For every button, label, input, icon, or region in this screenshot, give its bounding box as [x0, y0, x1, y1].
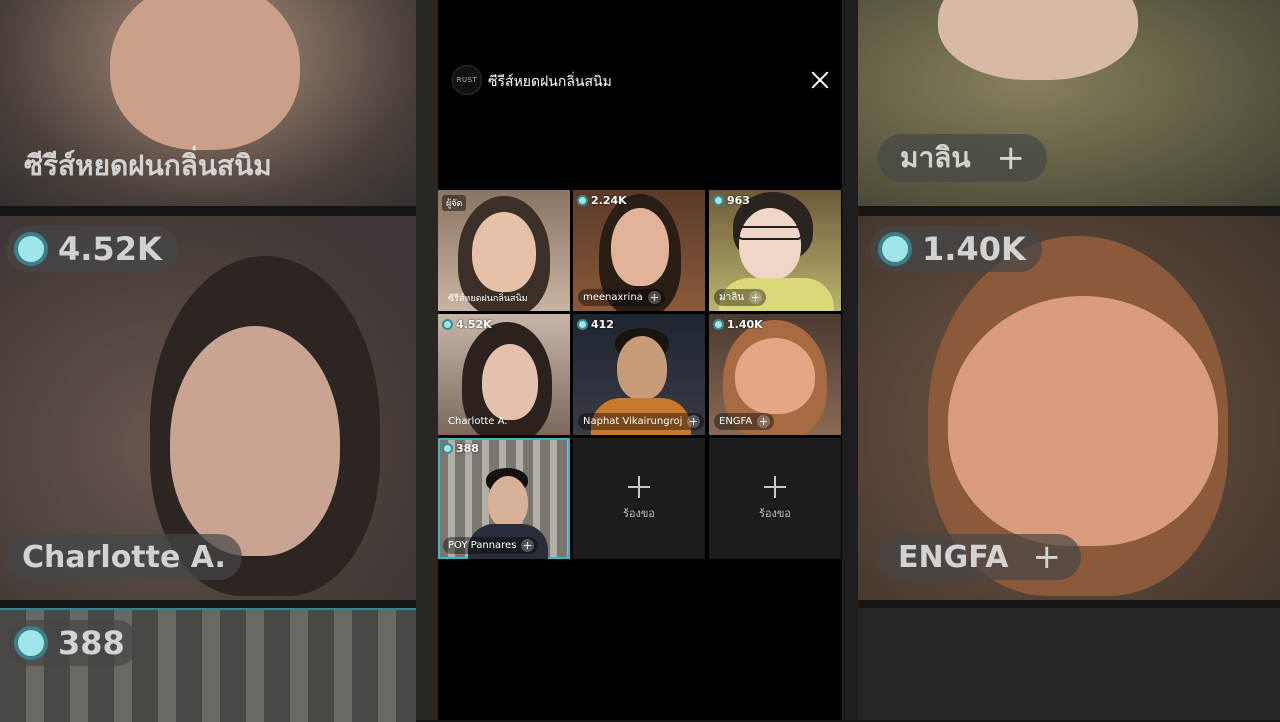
host-avatar[interactable]: RUST	[452, 65, 482, 95]
coin-icon	[442, 443, 453, 454]
bg-host-name: ซีรีส์หยดฝนกลิ่นสนิม	[24, 149, 272, 182]
face-shape	[110, 0, 300, 150]
request-label: ร้องขอ	[622, 506, 655, 520]
plus-icon	[628, 475, 650, 498]
background-tile-poy: 388	[0, 608, 416, 722]
bg-count-pill: 388	[6, 620, 139, 666]
background-tile-host: ซีรีส์หยดฝนกลิ่นสนิม	[0, 0, 416, 206]
coin-icon	[713, 195, 724, 206]
guest-name-pill: Charlotte A.	[443, 413, 511, 430]
request-slot[interactable]: ร้องขอ	[709, 438, 841, 559]
guest-name: Charlotte A.	[448, 416, 508, 427]
coin-icon	[878, 232, 912, 266]
background-tile-malin: มาลิน +	[858, 0, 1280, 206]
host-title[interactable]: ซีรีส์หยดฝนกลิ่นสนิม	[488, 71, 612, 93]
bg-name: มาลิน	[900, 141, 971, 174]
coin-icon	[442, 319, 453, 330]
coin-icon	[14, 232, 48, 266]
bg-name: ENGFA	[898, 539, 1009, 575]
guest-name-pill: Naphat Vikairungroj	[578, 413, 705, 430]
bg-count: 388	[58, 624, 125, 662]
guest-name-pill: ซีรีส์หยดฝนกลิ่นสนิม	[443, 289, 532, 306]
follow-plus-icon[interactable]	[521, 539, 535, 552]
guest-name: POY Pannares	[448, 540, 517, 551]
gift-count: 963	[713, 194, 750, 207]
background-tile-charlotte: 4.52K Charlotte A.	[0, 216, 416, 600]
host-badge: ผู้จัด	[442, 195, 467, 211]
coin-icon	[713, 319, 724, 330]
close-icon[interactable]	[808, 68, 832, 92]
coin-icon	[14, 626, 48, 660]
bg-count-pill: 4.52K	[6, 226, 178, 272]
guest-name-pill: มาลิน	[714, 289, 767, 306]
coin-icon	[577, 195, 588, 206]
guest-name: meenaxrina	[583, 292, 643, 303]
coin-icon	[577, 319, 588, 330]
bg-count-pill: 1.40K	[870, 226, 1042, 272]
bg-name-pill: มาลิน +	[878, 134, 1047, 182]
guest-name-pill: meenaxrina	[578, 289, 665, 306]
gift-count: 412	[577, 318, 614, 331]
gift-count: 1.40K	[713, 318, 763, 331]
bg-name-pill: ENGFA +	[878, 534, 1081, 580]
gift-count: 388	[442, 442, 479, 455]
bg-name: Charlotte A.	[22, 539, 226, 575]
guest-name: ENGFA	[719, 416, 753, 427]
bg-name-pill: Charlotte A.	[6, 534, 242, 580]
background-tile-engfa: 1.40K ENGFA +	[858, 216, 1280, 600]
guest-tile-host[interactable]: ผู้จัด ซีรีส์หยดฝนกลิ่นสนิม	[438, 190, 570, 311]
guest-grid: ผู้จัด ซีรีส์หยดฝนกลิ่นสนิม 2.24K meenax…	[438, 190, 842, 560]
follow-plus-icon[interactable]	[647, 291, 661, 304]
guest-name: มาลิน	[719, 292, 745, 303]
glasses-shape	[737, 226, 803, 240]
guest-name-pill: ENGFA	[714, 413, 775, 430]
plus-icon	[764, 475, 786, 498]
follow-plus-icon[interactable]	[749, 291, 763, 304]
guest-tile-malin[interactable]: 963 มาลิน	[709, 190, 841, 311]
gift-count: 4.52K	[442, 318, 492, 331]
bg-divider	[416, 0, 438, 720]
guest-tile-engfa[interactable]: 1.40K ENGFA	[709, 314, 841, 435]
guest-tile-naphat[interactable]: 412 Naphat Vikairungroj	[573, 314, 705, 435]
panel-header: RUST ซีรีส์หยดฝนกลิ่นสนิม	[438, 60, 842, 100]
background-tile-empty	[858, 608, 1280, 720]
gift-count: 2.24K	[577, 194, 627, 207]
follow-plus-icon[interactable]	[687, 415, 701, 428]
plus-icon: +	[996, 138, 1025, 178]
follow-plus-icon[interactable]	[757, 415, 771, 428]
guest-tile-meenaxrina[interactable]: 2.24K meenaxrina	[573, 190, 705, 311]
plus-icon: +	[1032, 537, 1062, 577]
logo-text: RUST	[456, 76, 478, 84]
bg-count: 4.52K	[58, 230, 162, 268]
guest-name: Naphat Vikairungroj	[583, 416, 683, 427]
guest-name: ซีรีส์หยดฝนกลิ่นสนิม	[448, 293, 528, 304]
bg-divider	[842, 0, 858, 720]
guest-tile-poy[interactable]: 388 POY Pannares	[438, 438, 570, 559]
guest-name-pill: POY Pannares	[443, 537, 539, 554]
live-multi-guest-panel: RUST ซีรีส์หยดฝนกลิ่นสนิม ผู้จัด ซีรีส์ห…	[438, 0, 842, 720]
request-slot[interactable]: ร้องขอ	[573, 438, 705, 559]
guest-tile-charlotte[interactable]: 4.52K Charlotte A.	[438, 314, 570, 435]
request-label: ร้องขอ	[758, 506, 791, 520]
bg-count: 1.40K	[922, 230, 1026, 268]
